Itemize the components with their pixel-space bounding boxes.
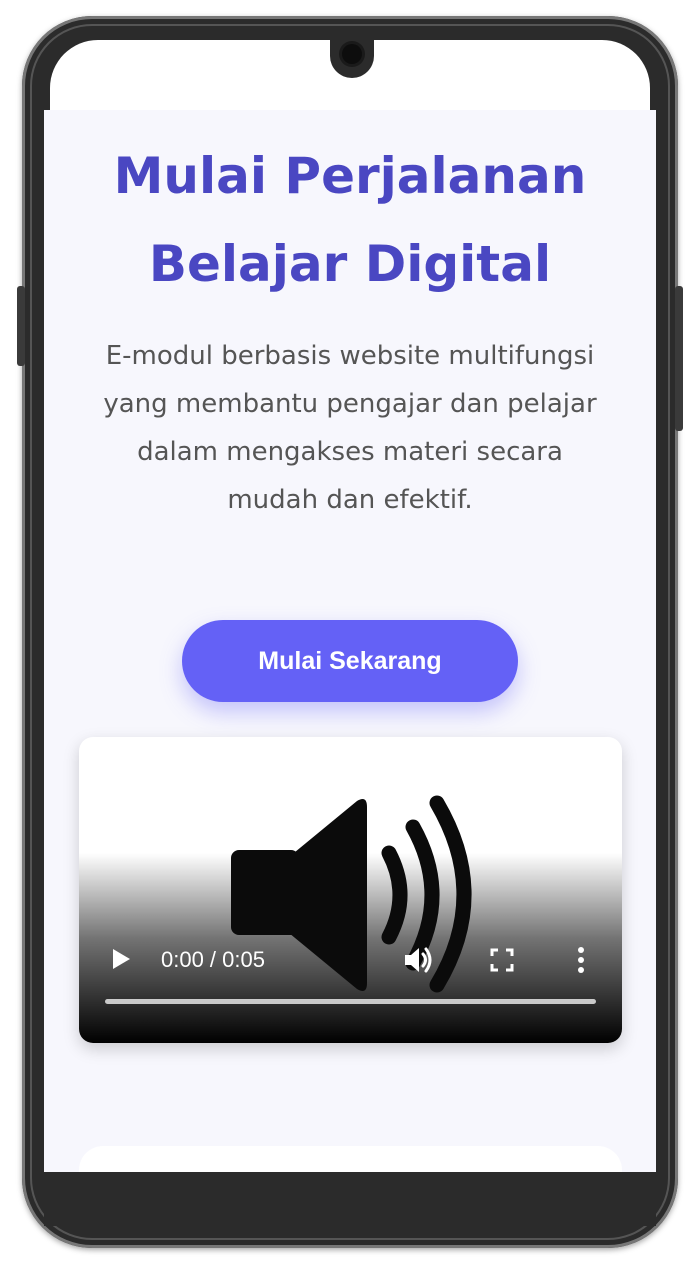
- hero-description: E-modul berbasis website multifungsi yan…: [103, 341, 597, 515]
- play-icon: [113, 949, 130, 969]
- screen: Mulai Perjalanan Belajar Digital E-modul…: [44, 110, 656, 1172]
- video-time: 0:00 / 0:05: [161, 947, 265, 972]
- hero-title-line-2: Belajar Digital: [148, 235, 552, 293]
- fullscreen-button[interactable]: [487, 945, 517, 975]
- front-camera: [342, 44, 362, 64]
- video-progress-bar[interactable]: [105, 999, 596, 1004]
- more-vertical-icon: [578, 947, 584, 973]
- play-button[interactable]: [107, 945, 135, 973]
- side-button-left: [17, 286, 25, 366]
- side-button-right: [675, 286, 683, 431]
- hero-title-line-1: Mulai Perjalanan: [113, 147, 587, 205]
- hero-title: Mulai Perjalanan Belajar Digital: [44, 132, 656, 308]
- next-section-card: [79, 1146, 622, 1172]
- fullscreen-icon: [490, 948, 514, 972]
- video-player[interactable]: 0:00 / 0:05: [79, 737, 622, 1043]
- video-controls: 0:00 / 0:05: [79, 933, 622, 1043]
- more-options-button[interactable]: [569, 943, 593, 977]
- volume-button[interactable]: [401, 943, 435, 977]
- volume-icon: [405, 947, 432, 973]
- start-now-button[interactable]: Mulai Sekarang: [182, 620, 518, 702]
- bottom-bezel: [44, 1172, 656, 1226]
